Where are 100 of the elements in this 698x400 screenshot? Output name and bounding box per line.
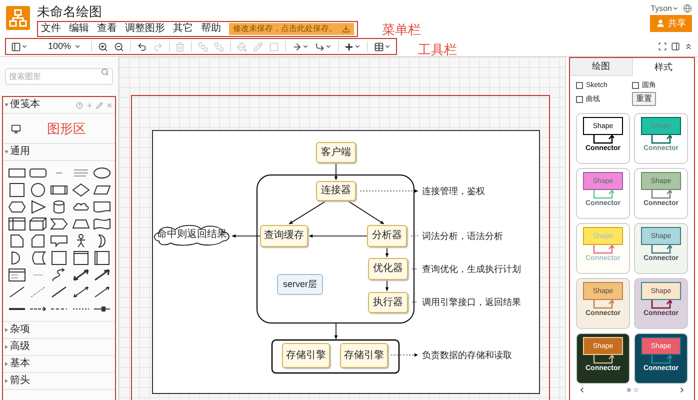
caret-icon [354, 43, 362, 50]
caret-icon [384, 43, 392, 50]
rounded-rectangle-icon[interactable] [29, 166, 48, 180]
save-notice-button[interactable]: 修改未保存，点击此处保存。 [229, 23, 354, 35]
document-icon[interactable] [92, 200, 111, 214]
connector-arrow [348, 200, 384, 224]
plus-icon [344, 42, 354, 52]
collapse-icon[interactable] [684, 42, 693, 51]
pencil-icon [252, 42, 263, 52]
arrow-line-icon[interactable] [92, 285, 111, 299]
menu-item[interactable]: 查看 [97, 24, 117, 34]
note-icon[interactable] [8, 234, 26, 248]
connector-loop-icon [650, 355, 672, 365]
rectangle-icon[interactable] [8, 166, 26, 180]
caret-icon [672, 5, 679, 12]
annotation-label: 图形区 [47, 122, 86, 135]
trapezoid-icon[interactable] [72, 217, 90, 231]
note-text: 连接管理，鉴权 [422, 185, 485, 197]
zoom-level[interactable]: 100% [48, 42, 82, 51]
thick-arrow-icon[interactable] [92, 268, 111, 282]
checkbox[interactable] [632, 82, 639, 89]
download-icon [342, 25, 350, 33]
elbow-arrow-button[interactable] [314, 42, 332, 52]
connector-loop-icon [592, 355, 614, 365]
annotation-label: 菜单栏 [382, 23, 421, 36]
zoom-out-button[interactable] [114, 42, 124, 52]
document-title[interactable]: 未命名绘图 [37, 4, 358, 19]
connector-loop-icon [592, 135, 614, 145]
panel-tab[interactable]: 绘图 [570, 58, 632, 76]
hexagon-icon[interactable] [8, 200, 26, 214]
cube-icon[interactable] [29, 217, 48, 231]
arrow-right-button[interactable] [292, 42, 309, 52]
circle-icon[interactable] [29, 183, 48, 197]
leader-line [412, 268, 418, 270]
search-field[interactable]: 搜索图形 [5, 68, 113, 85]
step-icon[interactable] [50, 217, 68, 231]
user-icon [656, 19, 665, 28]
square-icon[interactable] [8, 183, 26, 197]
table-button[interactable] [374, 42, 392, 52]
checkbox[interactable] [576, 82, 583, 89]
undo-button[interactable] [136, 42, 147, 52]
menu-item[interactable]: 编辑 [69, 24, 89, 34]
process-node: 执行器 [368, 292, 408, 313]
zoom-in-button[interactable] [98, 42, 108, 52]
user-menu[interactable]: Tyson [650, 4, 679, 12]
section-header[interactable]: 高级 [5, 342, 30, 352]
fullscreen-icon[interactable] [658, 42, 667, 51]
menu-item[interactable]: 其它 [173, 24, 193, 34]
diamond-icon[interactable] [72, 183, 90, 197]
zoom-out-icon [114, 42, 124, 52]
panel-icon[interactable] [671, 42, 680, 51]
zoom-in-icon [98, 42, 108, 52]
frame-icon[interactable] [72, 251, 90, 265]
bring-front-icon [198, 42, 208, 52]
drawing-canvas[interactable]: 客户端 连接器 查询缓存 分析器 优化器 执行器 server层 命中则返回结果 存储引擎 存储引擎 连接管理，鉴权 词法分析，语法分析 查询优化，生成执行计划 调用引擎接口，返回结果 负责数据的存储和读取 [119, 57, 565, 400]
monitor-icon[interactable] [11, 124, 21, 134]
section-header[interactable]: 基本 [5, 359, 30, 369]
app-logo-icon [6, 6, 30, 30]
caret-icon [21, 43, 28, 50]
internal-storage-icon[interactable] [8, 217, 26, 231]
plus-button[interactable] [344, 42, 362, 52]
diagonal-line-icon[interactable] [8, 285, 26, 299]
process-icon[interactable] [50, 183, 68, 197]
menu-item[interactable]: 调整图形 [125, 24, 165, 34]
square-icon[interactable] [50, 251, 68, 265]
process-node: 存储引擎 [282, 343, 330, 368]
connector-arrow [308, 234, 368, 238]
connector-arrow [232, 234, 260, 238]
help-icon[interactable] [76, 102, 83, 108]
tape-icon[interactable] [92, 217, 111, 231]
double-arrow-icon[interactable] [72, 268, 90, 282]
container-icon[interactable] [92, 251, 111, 265]
list-icon[interactable] [8, 268, 26, 282]
globe-icon[interactable] [683, 4, 692, 13]
checkbox[interactable] [576, 96, 583, 102]
process-node: 存储引擎 [340, 343, 388, 368]
connector-arrow [288, 200, 326, 224]
parallelogram-icon[interactable] [92, 183, 111, 197]
menu-item[interactable]: 帮助 [201, 24, 221, 34]
diagonal-line-icon[interactable] [50, 285, 68, 299]
fill-bucket-icon [236, 42, 247, 52]
pencil-icon[interactable] [96, 102, 103, 108]
close-icon[interactable] [106, 102, 113, 108]
section-header[interactable]: 杂项 [5, 325, 30, 335]
previous-icon[interactable] [578, 386, 586, 394]
section-header[interactable]: 通用 [5, 147, 30, 157]
layout-button[interactable] [11, 42, 28, 52]
search-icon [101, 68, 109, 76]
menu-item[interactable]: 文件 [41, 24, 61, 34]
next-icon[interactable] [678, 386, 686, 394]
triangle-icon[interactable] [29, 200, 48, 214]
ellipse-icon[interactable] [92, 166, 111, 180]
double-arrow-line-icon[interactable] [72, 285, 90, 299]
section-header[interactable]: 箭头 [5, 376, 30, 386]
callout-icon[interactable] [50, 234, 68, 248]
section-header[interactable]: 便笺本 [5, 100, 40, 110]
table-icon [374, 42, 384, 52]
caret-icon [302, 43, 309, 50]
reset-button[interactable]: 重置 [632, 92, 656, 106]
card-icon[interactable] [29, 234, 48, 248]
